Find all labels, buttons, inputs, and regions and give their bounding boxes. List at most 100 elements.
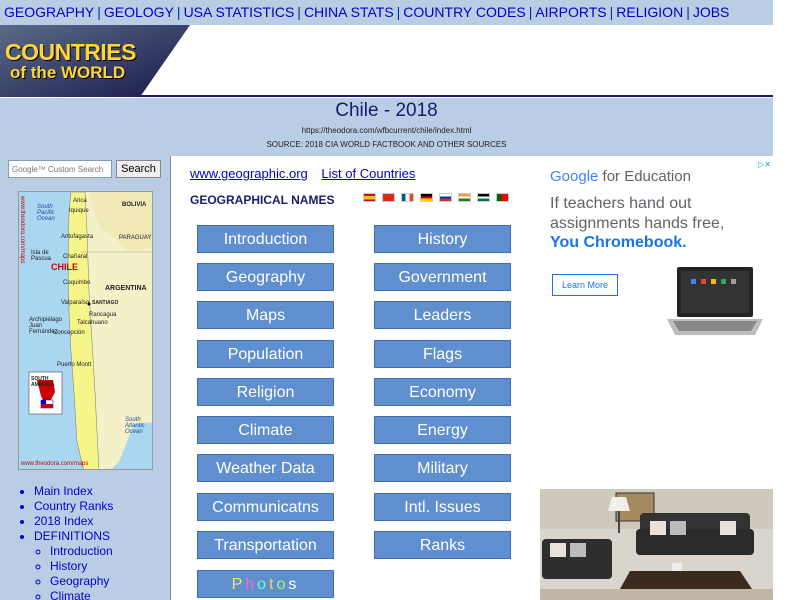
btn-government[interactable]: Government — [374, 263, 511, 291]
spain-flag-icon[interactable] — [363, 193, 376, 202]
link-main-index[interactable]: Main Index — [34, 484, 113, 499]
right-margin — [773, 0, 788, 600]
btn-introduction[interactable]: Introduction — [197, 225, 334, 253]
google-logo-text: Google — [550, 168, 599, 185]
ad-headline: If teachers hand out assignments hands f… — [550, 195, 725, 232]
nav-china-stats[interactable]: CHINA STATS — [304, 4, 394, 20]
arabic-flag-icon[interactable] — [477, 193, 490, 202]
btn-geography[interactable]: Geography — [197, 263, 334, 291]
nav-geology[interactable]: GEOLOGY — [104, 4, 174, 20]
photos-letter: h — [245, 576, 258, 593]
furniture-ad[interactable]: ✕▷ — [540, 489, 774, 600]
germany-flag-icon[interactable] — [420, 193, 433, 202]
map-label-chile: CHILE — [51, 262, 78, 272]
nav-separator: | — [528, 4, 533, 20]
ad-choices-icon[interactable]: ▷✕ — [758, 160, 771, 169]
map-label-santiago: SANTIAGO — [92, 300, 119, 306]
nav-separator: | — [176, 4, 181, 20]
geographical-names-heading[interactable]: GEOGRAPHICAL NAMES — [190, 193, 334, 207]
nav-separator: | — [686, 4, 690, 20]
link-def-history[interactable]: History — [50, 559, 113, 574]
nav-jobs[interactable]: JOBS — [693, 4, 730, 20]
photos-label: Photos — [232, 576, 300, 593]
france-flag-icon[interactable] — [401, 193, 414, 202]
link-2018-index[interactable]: 2018 Index — [34, 514, 113, 529]
russia-flag-icon[interactable] — [439, 193, 452, 202]
map-label-puerto-montt: Puerto Montt — [57, 362, 92, 368]
btn-history[interactable]: History — [374, 225, 511, 253]
language-flags — [363, 193, 515, 203]
logo-line-1: COUNTRIES — [5, 39, 136, 65]
btn-economy[interactable]: Economy — [374, 378, 511, 406]
link-definitions[interactable]: DEFINITIONS — [34, 529, 113, 544]
center-top-links: www.geographic.org List of Countries — [190, 166, 425, 181]
link-def-introduction[interactable]: Introduction — [50, 544, 113, 559]
link-geographic-org[interactable]: www.geographic.org — [190, 166, 308, 181]
btn-religion[interactable]: Religion — [197, 378, 334, 406]
map-footer-link[interactable]: www.theodora.com/maps — [21, 461, 88, 467]
btn-ranks[interactable]: Ranks — [374, 531, 511, 559]
map-label-chanaral: Chañaral — [63, 254, 88, 260]
left-sidebar: Search BOLIVIA PARAGUAY — [0, 156, 171, 600]
map-label-isla-de-pascua: Isla de Pascua — [31, 250, 52, 262]
photos-letter: o — [276, 576, 289, 593]
btn-energy[interactable]: Energy — [374, 416, 511, 444]
btn-flags[interactable]: Flags — [374, 340, 511, 368]
map-label-antofagasta: Antofagasta — [61, 234, 94, 240]
link-list-of-countries[interactable]: List of Countries — [321, 166, 415, 181]
ad-learn-more-button[interactable]: Learn More — [552, 274, 618, 296]
source-line: SOURCE: 2018 CIA WORLD FACTBOOK AND OTHE… — [266, 140, 507, 149]
india-flag-icon[interactable] — [458, 193, 471, 202]
map-label-atlantic: South Atlantic Ocean — [125, 417, 145, 435]
map-label-paraguay: PARAGUAY — [119, 235, 152, 241]
map-label-south-america: SOUTH AMERICA — [31, 376, 55, 388]
link-def-geography[interactable]: Geography — [50, 574, 113, 589]
page-title: Chile - 2018 — [335, 100, 438, 121]
ad-brand-rest: for Education — [598, 168, 691, 185]
map-label-talcahuano: Talcahuano — [77, 320, 108, 326]
ad-brand: Google for Education — [550, 168, 691, 185]
map-label-iquique: Iquique — [69, 208, 89, 214]
btn-communications[interactable]: Communicatns — [197, 493, 334, 521]
map-label-rancagua: Rancagua — [89, 312, 117, 318]
nav-country-codes[interactable]: COUNTRY CODES — [403, 4, 525, 20]
nav-geography[interactable]: GEOGRAPHY — [4, 4, 94, 20]
photos-letter: s — [288, 576, 300, 593]
map-label-arica: Arica — [73, 198, 87, 204]
page-url: https://theodora.com/wfbcurrent/chile/in… — [301, 126, 472, 135]
ad-column: ▷✕ Google for Education If teachers hand… — [538, 156, 788, 600]
map-side-link[interactable]: www.theodora.com/maps — [19, 196, 25, 263]
site-logo[interactable]: COUNTRIES of the WORLD — [0, 25, 190, 97]
link-def-climate[interactable]: Climate — [50, 589, 113, 600]
nav-religion[interactable]: RELIGION — [616, 4, 683, 20]
btn-climate[interactable]: Climate — [197, 416, 334, 444]
google-education-ad[interactable]: ▷✕ Google for Education If teachers hand… — [540, 158, 773, 352]
nav-separator: | — [396, 4, 401, 20]
btn-transportation[interactable]: Transportation — [197, 531, 334, 559]
btn-maps[interactable]: Maps — [197, 301, 334, 329]
btn-photos[interactable]: Photos — [197, 570, 334, 598]
china-flag-icon[interactable] — [382, 193, 395, 202]
nav-airports[interactable]: AIRPORTS — [535, 4, 606, 20]
laptop-image — [667, 267, 763, 335]
btn-leaders[interactable]: Leaders — [374, 301, 511, 329]
search-button[interactable]: Search — [116, 160, 161, 178]
header: COUNTRIES of the WORLD — [0, 25, 773, 97]
photos-letter: t — [269, 576, 277, 593]
map-label-bolivia: BOLIVIA — [122, 202, 147, 208]
page: GEOGRAPHY | GEOLOGY | USA STATISTICS | CHINA S… — [0, 0, 788, 600]
btn-intl-issues[interactable]: Intl. Issues — [374, 493, 511, 521]
nav-usa-statistics[interactable]: USA STATISTICS — [184, 4, 295, 20]
portugal-flag-icon[interactable] — [496, 193, 509, 202]
search-input[interactable] — [8, 160, 112, 178]
btn-military[interactable]: Military — [374, 454, 511, 482]
photos-letter: o — [257, 576, 270, 593]
btn-weather-data[interactable]: Weather Data — [197, 454, 334, 482]
top-nav: GEOGRAPHY | GEOLOGY | USA STATISTICS | CHINA S… — [0, 0, 773, 25]
btn-population[interactable]: Population — [197, 340, 334, 368]
map-label-argentina: ARGENTINA — [105, 285, 147, 292]
left-links: Main Index Country Ranks 2018 Index DEFI… — [20, 484, 113, 600]
link-country-ranks[interactable]: Country Ranks — [34, 499, 113, 514]
chile-map[interactable]: BOLIVIA PARAGUAY ARGENTINA CHILE SANTIAG… — [18, 191, 153, 470]
nav-separator: | — [609, 4, 614, 20]
